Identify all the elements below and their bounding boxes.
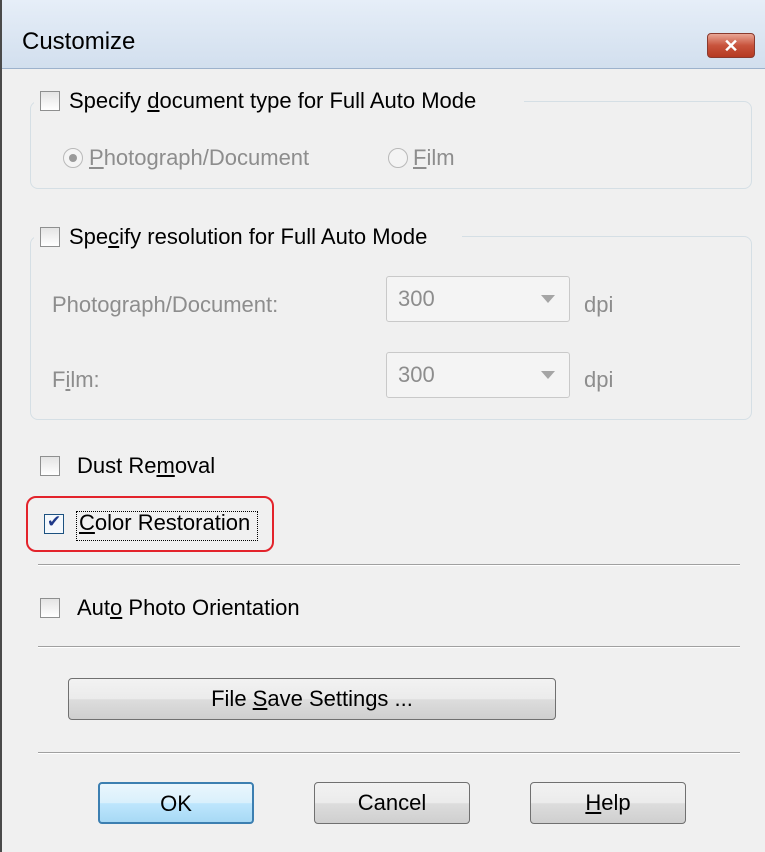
photo-doc-dpi-label: dpi [584,292,614,317]
dust-removal-label: Dust Removal [77,453,216,478]
doc-type-checkbox[interactable] [40,91,60,111]
photo-doc-res-value: 300 [398,286,435,311]
photo-doc-radio-label: Photograph/Document [89,145,310,170]
photo-doc-radio[interactable] [63,148,83,168]
file-save-settings-button[interactable]: File Save Settings ... [68,678,556,720]
divider-1 [38,564,740,566]
auto-orientation-label: Auto Photo Orientation [77,595,300,620]
help-button[interactable]: Help [530,782,686,824]
film-res-select[interactable]: 300 [386,352,570,398]
color-restoration-checkbox[interactable] [44,512,64,534]
divider-2 [38,646,740,648]
photo-doc-res-label: Photograph/Document: [52,292,279,317]
title-bar: Customize ✕ [2,0,765,69]
focus-indicator [76,511,258,541]
cancel-button[interactable]: Cancel [314,782,470,824]
dust-removal-checkbox[interactable] [40,456,60,476]
chevron-down-icon [541,295,555,303]
resolution-label: Specify resolution for Full Auto Mode [69,224,428,249]
resolution-checkbox[interactable] [40,227,60,247]
film-res-label: Film: [52,367,100,392]
film-dpi-label: dpi [584,367,614,392]
close-button[interactable]: ✕ [707,33,755,58]
ok-button[interactable]: OK [98,782,254,824]
doc-type-label: Specify document type for Full Auto Mode [69,88,477,113]
window-title: Customize [22,28,136,55]
photo-doc-res-select[interactable]: 300 [386,276,570,322]
auto-orientation-checkbox[interactable] [40,598,60,618]
chevron-down-icon [541,371,555,379]
film-res-value: 300 [398,362,435,387]
customize-dialog: Customize ✕ Specify document type for Fu… [0,0,765,852]
close-icon: ✕ [723,36,739,56]
divider-3 [38,752,740,754]
film-radio-label: Film [413,145,455,170]
film-radio[interactable] [388,148,408,168]
